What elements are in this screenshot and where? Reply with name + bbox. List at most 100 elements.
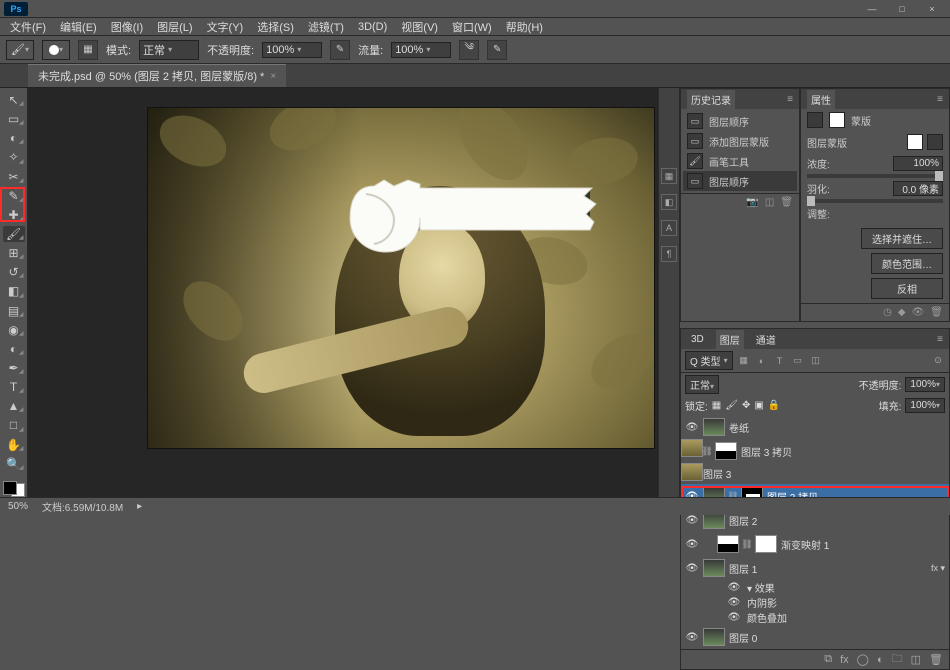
brush-tool-preset[interactable]: 🖌▾ [6,40,34,60]
layer-thumb[interactable] [703,418,725,436]
visibility-toggle[interactable]: 👁 [685,632,699,643]
tool-crop[interactable]: ✂◢ [3,169,25,185]
lock-position-icon[interactable]: ✥ [742,400,750,411]
doc-info[interactable]: 文档:6.59M/10.8M [42,499,123,514]
paragraph-panel-icon[interactable]: ¶ [661,246,677,262]
layer-thumb[interactable] [703,628,725,646]
lock-all-icon[interactable]: 🔒 [768,400,780,411]
layer-row[interactable]: 👁 图层 0 [681,625,949,649]
new-adjustment-button[interactable]: ◐ [877,654,884,666]
filter-pixel-icon[interactable]: ▦ [737,354,751,368]
menu-layer[interactable]: 图层(L) [151,18,198,36]
tool-brush[interactable]: 🖌◢ [3,226,25,242]
layer-opacity-field[interactable]: 100%▾ [905,377,945,392]
tool-blur[interactable]: ◉◢ [3,322,25,338]
visibility-toggle[interactable]: 👁 [727,612,741,623]
close-tab-button[interactable]: × [270,71,276,82]
tab-layers[interactable]: 图层 [716,330,744,349]
fx-item[interactable]: 👁内阴影 [681,595,949,610]
visibility-toggle[interactable]: 👁 [685,422,699,433]
menu-view[interactable]: 视图(V) [395,18,444,36]
tool-type[interactable]: T◢ [3,379,25,395]
layer-name[interactable]: 卷纸 [729,420,749,435]
layer-row[interactable]: 👁图层 1fx ▾ [681,556,949,580]
layer-thumb[interactable] [717,535,739,553]
tool-patch[interactable]: ✚◢ [3,207,25,223]
menu-type[interactable]: 文字(Y) [201,18,250,36]
vector-mask-button[interactable] [927,134,943,150]
filter-kind-select[interactable]: Q 类型▾ [685,351,733,370]
link-layers-button[interactable]: ⧉ [824,653,832,666]
properties-panel-menu[interactable]: ≡ [937,94,943,105]
delete-mask-icon[interactable]: 🗑 [930,307,943,318]
swatches-panel-icon[interactable]: ◧ [661,194,677,210]
load-selection-icon[interactable]: ◷ [883,307,892,318]
link-icon[interactable]: ⛓ [743,537,751,551]
history-delete-button[interactable]: 🗑 [780,197,793,208]
new-group-button[interactable]: 🗀 [892,650,903,669]
pixel-mask-button[interactable] [907,134,923,150]
zoom-level[interactable]: 50% [8,501,28,512]
tool-history-brush[interactable]: ↺◢ [3,264,25,280]
menu-filter[interactable]: 滤镜(T) [302,18,350,36]
layer-thumb[interactable] [681,439,703,457]
layer-name[interactable]: 图层 3 拷贝 [741,444,792,459]
tool-rectangle[interactable]: □◢ [3,417,25,433]
menu-image[interactable]: 图像(I) [105,18,149,36]
filter-adjust-icon[interactable]: ◐ [755,354,769,368]
tool-hand[interactable]: ✋◢ [3,437,25,453]
layer-thumb[interactable] [703,559,725,577]
pressure-opacity-button[interactable]: ✎ [330,40,350,60]
history-item[interactable]: ▭添加图层蒙版 [683,131,797,151]
tool-lasso[interactable]: ◐◢ [3,130,25,146]
visibility-toggle[interactable]: 👁 [685,515,699,526]
visibility-toggle[interactable]: 👁 [685,539,699,550]
visibility-toggle[interactable]: 👁 [727,582,741,593]
menu-3d[interactable]: 3D(D) [352,20,393,34]
tool-dodge[interactable]: ◐◢ [3,341,25,357]
delete-layer-button[interactable]: 🗑 [929,653,943,666]
color-swatches[interactable] [3,481,25,497]
fx-badge[interactable]: fx ▾ [931,563,945,574]
opacity-field[interactable]: 100%▾ [262,42,322,58]
apply-mask-icon[interactable]: ◆ [898,307,906,318]
visibility-toggle[interactable]: 👁 [727,597,741,608]
layer-name[interactable]: 渐变映射 1 [781,537,829,552]
tool-pen[interactable]: ✒◢ [3,360,25,376]
tool-eyedropper[interactable]: ✎◢ [3,188,25,204]
pressure-size-button[interactable]: ✎ [487,40,507,60]
history-panel-menu[interactable]: ≡ [787,94,793,105]
history-item[interactable]: ▭图层顺序 [683,171,797,191]
brush-settings-button[interactable]: ▦ [78,40,98,60]
layers-panel-menu[interactable]: ≡ [937,334,943,345]
feather-slider[interactable] [807,199,943,203]
menu-help[interactable]: 帮助(H) [500,18,549,36]
layer-row[interactable]: 👁 ⛓ 渐变映射 1 [681,532,949,556]
lock-artboard-icon[interactable]: ▣ [754,400,763,411]
history-tab[interactable]: 历史记录 [687,90,735,109]
invert-mask-button[interactable]: 反相 [871,278,943,299]
layer-name[interactable]: 图层 1 [729,561,757,576]
history-new-button[interactable]: ◫ [765,197,774,208]
new-layer-button[interactable]: ◫ [911,653,921,666]
tool-stamp[interactable]: ⊞◢ [3,245,25,261]
select-and-mask-button[interactable]: 选择并遮住… [861,228,943,249]
disable-mask-icon[interactable]: 👁 [912,307,925,318]
density-slider[interactable] [807,174,943,178]
menu-window[interactable]: 窗口(W) [446,18,498,36]
layer-name[interactable]: 图层 3 [703,466,731,481]
tool-move[interactable]: ↖◢ [3,92,25,108]
add-mask-button[interactable]: ◯ [857,653,869,666]
character-panel-icon[interactable]: A [661,220,677,236]
layer-row[interactable]: 👁 卷纸 [681,415,949,439]
history-item[interactable]: ▭图层顺序 [683,111,797,131]
mask-thumb[interactable] [715,442,737,460]
flow-field[interactable]: 100%▾ [391,42,451,58]
layer-style-button[interactable]: fx [840,654,849,666]
airbrush-button[interactable]: ༄ [459,40,479,60]
layer-name[interactable]: 图层 0 [729,630,757,645]
layer-thumb[interactable] [681,463,703,481]
properties-tab[interactable]: 属性 [807,90,835,109]
close-button[interactable]: × [918,2,946,16]
tool-zoom[interactable]: 🔍◢ [3,456,25,472]
